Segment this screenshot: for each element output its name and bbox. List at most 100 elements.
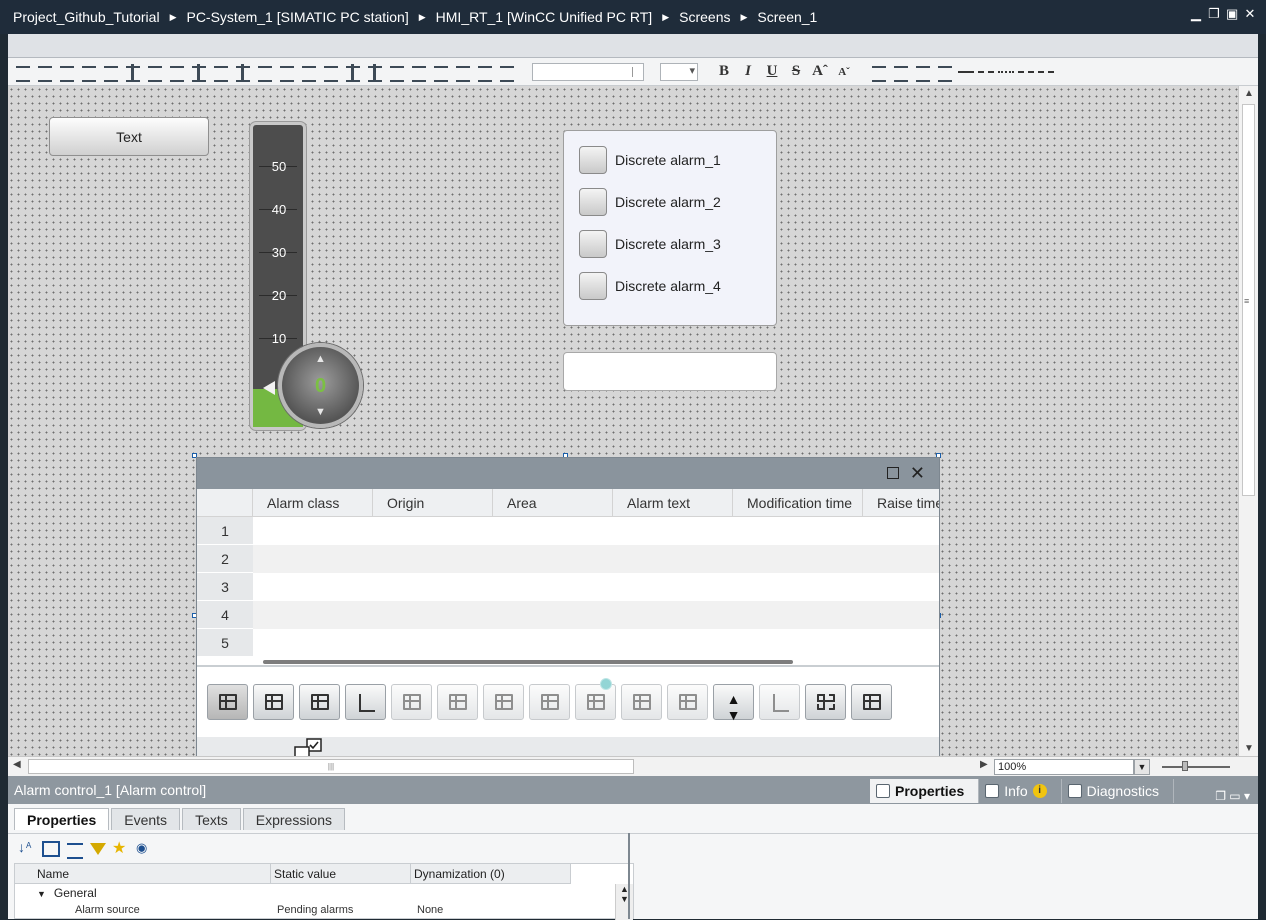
layer-down-icon[interactable] xyxy=(498,64,516,82)
strikethrough-button[interactable]: S xyxy=(786,63,806,80)
favorites-icon[interactable] xyxy=(112,838,130,858)
zoom-slider[interactable] xyxy=(1162,761,1230,771)
zoom-dropdown[interactable]: ▼ xyxy=(1134,759,1150,775)
font-shrink-button[interactable]: Aˇ xyxy=(834,66,854,78)
chevron-down-icon[interactable]: ▼ xyxy=(282,406,359,418)
single-acknowledge-button[interactable] xyxy=(621,684,662,720)
screen-canvas[interactable]: Text 50 40 30 20 10 ▲ 0 ▼ Discrete alarm… xyxy=(8,86,1238,756)
tab-texts[interactable]: Texts xyxy=(182,808,241,830)
align-middle-icon[interactable] xyxy=(190,63,208,82)
tab-expressions[interactable]: Expressions xyxy=(242,808,346,830)
close-icon[interactable]: ✕ xyxy=(910,463,925,484)
font-grow-button[interactable]: Aˆ xyxy=(810,63,830,80)
fullscreen-button[interactable] xyxy=(805,684,846,720)
line-width-icon[interactable] xyxy=(936,64,954,82)
edit-button[interactable] xyxy=(759,684,800,720)
alarm-grid[interactable]: Alarm class Origin Area Alarm text Modif… xyxy=(197,489,939,665)
alarm-control-object[interactable]: ✕ Alarm class Origin Area Alarm text Mod… xyxy=(196,457,940,756)
breadcrumb-hmi[interactable]: HMI_RT_1 [WinCC Unified PC RT] xyxy=(436,9,653,25)
inspector-tab-properties[interactable]: Properties xyxy=(870,779,980,803)
scroll-right-icon[interactable]: ▶ xyxy=(980,759,988,770)
text-button-object[interactable]: Text xyxy=(49,117,209,156)
line-dashdotdot-icon[interactable] xyxy=(1038,70,1054,73)
alarm-checkbox[interactable] xyxy=(579,188,607,216)
alarm-checkbox[interactable] xyxy=(579,272,607,300)
scroll-left-icon[interactable]: ◀ xyxy=(13,759,21,770)
italic-button[interactable]: I xyxy=(738,63,758,80)
chevron-up-icon[interactable]: ▲ xyxy=(282,353,359,365)
align-center-icon[interactable] xyxy=(124,63,142,82)
property-table[interactable]: Name Static value Dynamization (0) ▼ Gene… xyxy=(14,863,634,920)
underline-button[interactable]: U xyxy=(762,63,782,80)
expand-triangle-icon[interactable]: ▼ xyxy=(37,889,46,899)
align-left-icon[interactable] xyxy=(102,64,120,82)
alarm-chart-button[interactable] xyxy=(345,684,386,720)
column-header-name[interactable]: Name xyxy=(15,864,271,884)
distribute-h-icon[interactable] xyxy=(300,64,318,82)
text-align-right-icon[interactable] xyxy=(914,64,932,82)
canvas-vscrollbar[interactable]: ▲ ≡ ▼ xyxy=(1238,86,1258,756)
spacing-h-icon[interactable] xyxy=(344,63,362,82)
column-header[interactable]: Raise time xyxy=(863,489,939,517)
column-header[interactable]: Area xyxy=(493,489,613,517)
zoom-slider-handle[interactable] xyxy=(1182,761,1188,771)
line-dash-icon[interactable] xyxy=(978,70,994,73)
rotate-right-icon[interactable] xyxy=(58,64,76,82)
bring-front-icon[interactable] xyxy=(410,64,428,82)
inspector-tab-info[interactable]: Info i xyxy=(979,779,1062,803)
line-dashdot-icon[interactable] xyxy=(1018,70,1034,73)
filter-icon[interactable] xyxy=(90,843,106,855)
discrete-alarm-item[interactable]: Discrete alarm_1 xyxy=(579,146,721,174)
list-view-icon[interactable] xyxy=(66,841,84,859)
flip-icon[interactable] xyxy=(80,64,98,82)
line-dot-icon[interactable] xyxy=(998,70,1014,73)
group-icon[interactable] xyxy=(454,64,472,82)
maximize-icon[interactable] xyxy=(887,467,899,479)
tab-events[interactable]: Events xyxy=(111,808,181,830)
sort-up-button[interactable] xyxy=(391,684,432,720)
alarm-checkbox[interactable] xyxy=(579,230,607,258)
discrete-alarm-item[interactable]: Discrete alarm_4 xyxy=(579,272,721,300)
panel-controls-icon[interactable]: ❐ ▭ ▾ xyxy=(1215,782,1250,810)
column-header[interactable]: Modification time xyxy=(733,489,863,517)
cell-static-value[interactable]: Pending alarms xyxy=(277,904,353,916)
property-vscrollbar[interactable]: ▲ ▼ xyxy=(615,884,633,920)
io-field-object[interactable] xyxy=(563,352,777,391)
distribute-v-icon[interactable] xyxy=(322,64,340,82)
center-icon[interactable] xyxy=(234,63,252,82)
zoom-field[interactable]: 100% xyxy=(994,759,1134,775)
move-up-button[interactable] xyxy=(437,684,478,720)
sort-az-icon[interactable] xyxy=(18,839,36,857)
breadcrumb-project[interactable]: Project_Github_Tutorial xyxy=(13,9,160,25)
font-family-field[interactable] xyxy=(532,62,644,81)
inspector-tab-diagnostics[interactable]: Diagnostics xyxy=(1062,779,1174,803)
breadcrumb-pc-system[interactable]: PC-System_1 [SIMATIC PC station] xyxy=(186,9,408,25)
align-right-icon[interactable] xyxy=(146,64,164,82)
text-align-center-icon[interactable] xyxy=(892,64,910,82)
align-top-icon[interactable] xyxy=(168,64,186,82)
visibility-icon[interactable] xyxy=(136,840,154,857)
reset-button[interactable] xyxy=(667,684,708,720)
align-bottom-icon[interactable] xyxy=(212,64,230,82)
export-button[interactable] xyxy=(851,684,892,720)
column-header[interactable]: Origin xyxy=(373,489,493,517)
same-width-icon[interactable] xyxy=(256,64,274,82)
tree-row-general[interactable]: ▼ General xyxy=(37,884,97,902)
layer-icon[interactable] xyxy=(476,64,494,82)
column-header-dynamization[interactable]: Dynamization (0) xyxy=(411,864,571,884)
discrete-alarm-panel[interactable]: Discrete alarm_1 Discrete alarm_2 Discre… xyxy=(563,130,777,326)
discrete-alarm-item[interactable]: Discrete alarm_2 xyxy=(579,188,721,216)
grid-hscrollbar[interactable] xyxy=(263,660,793,664)
alarm-checkbox[interactable] xyxy=(579,146,607,174)
cell-dynamization[interactable]: None xyxy=(417,904,443,916)
acknowledge-button[interactable] xyxy=(575,678,616,720)
column-header[interactable]: Alarm class xyxy=(253,489,373,517)
text-align-left-icon[interactable] xyxy=(870,64,888,82)
current-alarms-button[interactable] xyxy=(207,684,248,720)
line-solid-icon[interactable] xyxy=(958,70,974,73)
breadcrumb-screens[interactable]: Screens xyxy=(679,9,730,25)
canvas-hscrollbar[interactable]: ◀ ||| ▶ 100% ▼ xyxy=(8,756,1258,776)
scroll-down-icon[interactable]: ▼ xyxy=(1243,743,1255,754)
discrete-alarm-item[interactable]: Discrete alarm_3 xyxy=(579,230,721,258)
close-icon[interactable]: ✕ xyxy=(1244,7,1256,20)
